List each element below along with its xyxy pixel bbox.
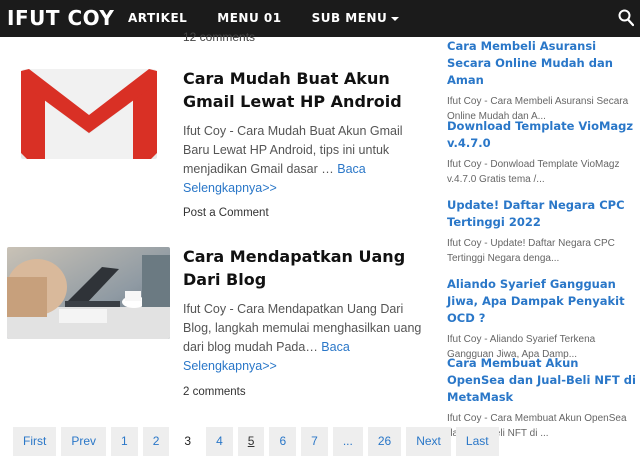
post-title[interactable]: Cara Mudah Buat Akun Gmail Lewat HP Andr… [183,67,423,113]
sidebar-post-title[interactable]: Cara Membeli Asuransi Secara Online Muda… [447,38,639,89]
snippet-ellipsis: … [305,340,322,354]
page-prev[interactable]: Prev [61,427,107,456]
pagination: First Prev 1 2 3 4 5 6 7 ... 26 Next Las… [13,427,504,456]
sidebar-post-title[interactable]: Download Template VioMagz v.4.7.0 [447,118,639,152]
nav-menu-01[interactable]: MENU 01 [217,11,281,25]
main-nav: ARTIKEL MENU 01 SUB MENU [128,11,429,25]
nav-sub-menu[interactable]: SUB MENU [312,11,400,25]
sidebar-post-title[interactable]: Aliando Syarief Gangguan Jiwa, Apa Dampa… [447,276,639,327]
sidebar-post-title[interactable]: Update! Daftar Negara CPC Tertinggi 2022 [447,197,639,231]
nav-sub-menu-label: SUB MENU [311,11,388,25]
page-6[interactable]: 6 [269,427,297,456]
nav-artikel[interactable]: ARTIKEL [128,11,187,25]
sidebar-post-title[interactable]: Cara Membuat Akun OpenSea dan Jual-Beli … [447,355,639,406]
post-thumbnail-blog[interactable] [7,247,170,339]
post-snippet: Ifut Coy - Cara Mudah Buat Akun Gmail Ba… [183,122,428,198]
site-logo[interactable]: IFUT COY [7,6,114,30]
post-thumbnail-gmail[interactable] [21,69,157,159]
sidebar-post: Aliando Syarief Gangguan Jiwa, Apa Dampa… [447,276,639,362]
previous-post-comments[interactable]: 12 comments [183,30,255,44]
sidebar-post: Update! Daftar Negara CPC Tertinggi 2022… [447,197,639,266]
page-26[interactable]: 26 [367,427,402,456]
page-4[interactable]: 4 [206,427,233,456]
sidebar-post: Cara Membeli Asuransi Secara Online Muda… [447,38,639,124]
snippet-text: Ifut Coy - Cara Mendapatkan Uang Dari Bl… [183,302,422,354]
snippet-ellipsis: … [317,162,338,176]
caret-down-icon [391,16,400,21]
sidebar-post: Download Template VioMagz v.4.7.0 Ifut C… [447,118,639,187]
gmail-logo-icon [21,69,157,159]
page-3-current: 3 [174,427,202,456]
laptop-photo-icon [7,247,170,339]
post-title[interactable]: Cara Mendapatkan Uang Dari Blog [183,245,423,291]
post-comments-link[interactable]: Post a Comment [183,207,269,219]
page-last[interactable]: Last [455,427,499,456]
top-navbar: IFUT COY ARTIKEL MENU 01 SUB MENU [0,0,640,37]
page-2[interactable]: 2 [142,427,170,456]
page-5[interactable]: 5 [237,427,265,456]
post-snippet: Ifut Coy - Cara Mendapatkan Uang Dari Bl… [183,300,428,376]
page-next[interactable]: Next [406,427,451,456]
sidebar-post-snippet: Ifut Coy - Update! Daftar Negara CPC Ter… [447,238,615,264]
post-comments-link[interactable]: 2 comments [183,386,246,398]
search-icon[interactable] [618,9,634,27]
page-1[interactable]: 1 [111,427,138,456]
sidebar-post-snippet: Ifut Coy - Donwload Template VioMagz v.4… [447,159,620,185]
page-first[interactable]: First [13,427,57,456]
snippet-text: Ifut Coy - Cara Mudah Buat Akun Gmail Ba… [183,124,403,176]
page-ellipsis: ... [332,427,363,456]
page-7[interactable]: 7 [301,427,328,456]
